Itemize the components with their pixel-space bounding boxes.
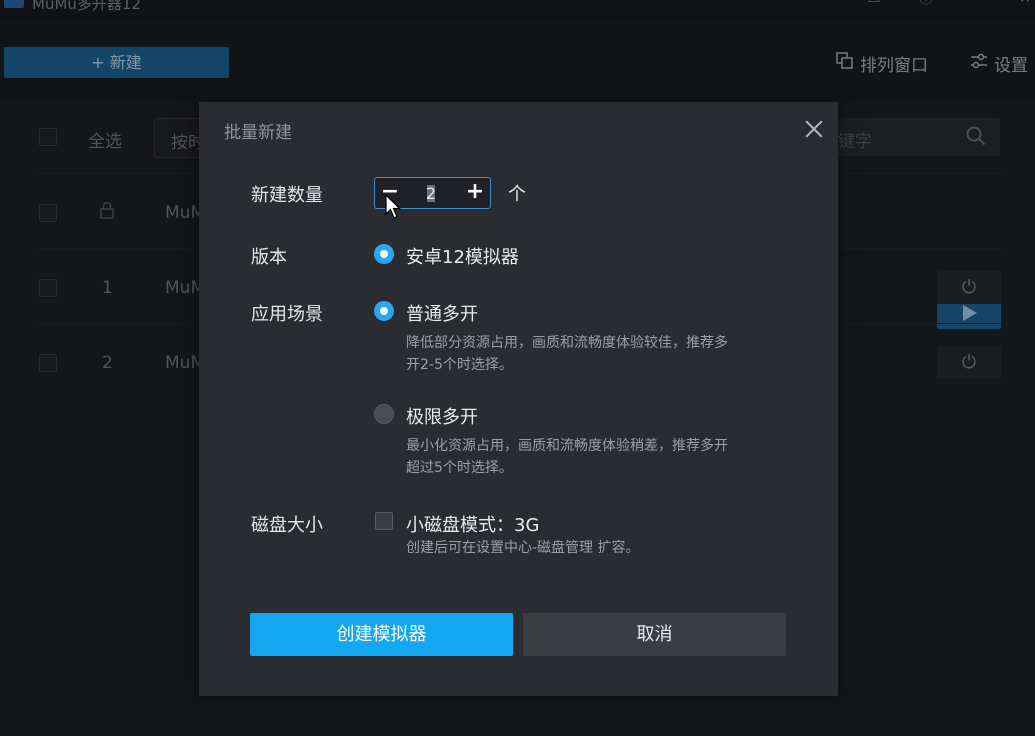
version-label: 版本: [251, 247, 287, 268]
disk-desc: 创建后可在设置中心-磁盘管理 扩容。: [406, 540, 640, 556]
scene-extreme-desc: 最小化资源占用，画质和流畅度体验稍差，推荐多开 超过5个时选择。: [406, 435, 796, 479]
count-unit: 个: [508, 184, 526, 205]
cancel-button[interactable]: 取消: [523, 613, 786, 656]
desc-line: 超过5个时选择。: [406, 460, 513, 476]
desc-line: 最小化资源占用，画质和流畅度体验稍差，推荐多开: [406, 438, 728, 454]
scene-radio-normal[interactable]: [374, 301, 394, 321]
scene-option-extreme: 极限多开: [406, 407, 478, 428]
version-radio[interactable]: [374, 244, 394, 264]
desc-line: 开2-5个时选择。: [406, 357, 513, 373]
desc-line: 降低部分资源占用，画质和流畅度体验较佳，推荐多: [406, 335, 728, 351]
scene-normal-desc: 降低部分资源占用，画质和流畅度体验较佳，推荐多 开2-5个时选择。: [406, 332, 796, 376]
scene-radio-extreme[interactable]: [374, 404, 394, 424]
count-input[interactable]: [419, 183, 443, 203]
disk-option: 小磁盘模式：3G: [406, 515, 540, 536]
close-icon[interactable]: [803, 118, 825, 140]
scene-option-normal: 普通多开: [406, 304, 478, 325]
count-label: 新建数量: [251, 185, 323, 206]
disk-label: 磁盘大小: [251, 515, 323, 536]
dialog-title: 批量新建: [224, 123, 292, 143]
batch-create-dialog: 批量新建 新建数量 − + 个 版本 安卓12模拟器 应用场景 普通多开 降低部…: [199, 102, 838, 696]
scene-label: 应用场景: [251, 304, 323, 325]
version-option: 安卓12模拟器: [406, 247, 519, 268]
small-disk-checkbox[interactable]: [375, 512, 393, 530]
mouse-cursor-icon: [385, 194, 401, 219]
create-emulator-button[interactable]: 创建模拟器: [250, 613, 513, 656]
plus-button[interactable]: +: [460, 178, 490, 208]
